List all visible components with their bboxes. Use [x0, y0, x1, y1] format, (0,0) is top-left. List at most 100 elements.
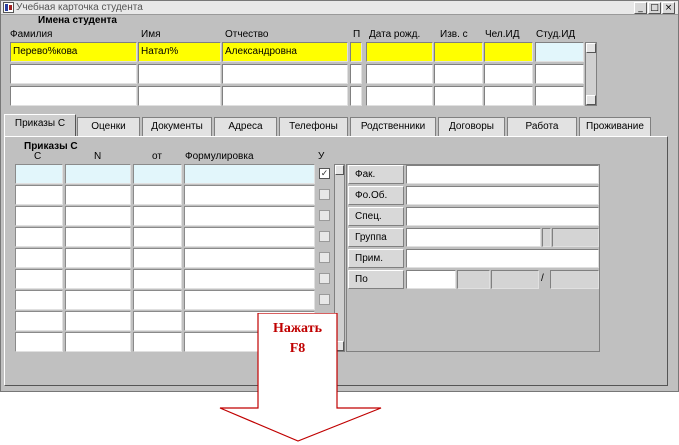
- patronymic-field[interactable]: [222, 86, 348, 106]
- window-title: Учебная карточка студента: [16, 2, 143, 13]
- order-u-checkbox[interactable]: [319, 231, 330, 242]
- order-date-cell[interactable]: [133, 185, 182, 205]
- order-wording-cell[interactable]: [184, 290, 315, 310]
- until-gray-field-1: [457, 270, 490, 289]
- order-date-cell[interactable]: [133, 269, 182, 289]
- known-since-field[interactable]: [434, 42, 483, 62]
- surname-field[interactable]: [10, 86, 137, 106]
- order-n-cell[interactable]: [65, 248, 131, 268]
- order-date-cell[interactable]: [133, 311, 182, 331]
- order-n-cell[interactable]: [65, 206, 131, 226]
- known-since-field[interactable]: [434, 64, 483, 84]
- col-header-patronymic: Отчество: [225, 29, 269, 40]
- order-u-checkbox[interactable]: [319, 210, 330, 221]
- order-u-checkbox[interactable]: [319, 252, 330, 263]
- order-wording-cell[interactable]: [184, 185, 315, 205]
- order-wording-cell[interactable]: [184, 206, 315, 226]
- birth-date-field[interactable]: [366, 86, 433, 106]
- student-id-field[interactable]: [535, 86, 584, 106]
- student-id-field[interactable]: [535, 42, 584, 62]
- close-button[interactable]: ×: [662, 2, 675, 14]
- birth-date-field[interactable]: [366, 42, 433, 62]
- scroll-up-button[interactable]: [335, 165, 344, 175]
- order-c-cell[interactable]: [15, 269, 63, 289]
- surname-field[interactable]: [10, 64, 137, 84]
- order-n-cell[interactable]: [65, 164, 131, 184]
- order-n-cell[interactable]: [65, 311, 131, 331]
- col-header-surname: Фамилия: [10, 29, 53, 40]
- name-field[interactable]: [138, 86, 221, 106]
- tab-work[interactable]: Работа: [507, 117, 577, 136]
- order-c-cell[interactable]: [15, 290, 63, 310]
- faculty-field[interactable]: [406, 165, 599, 184]
- until-label: По: [348, 270, 404, 289]
- order-c-cell[interactable]: [15, 311, 63, 331]
- order-u-checkbox[interactable]: [319, 273, 330, 284]
- order-date-cell[interactable]: [133, 206, 182, 226]
- order-c-cell[interactable]: [15, 164, 63, 184]
- p-field[interactable]: [350, 86, 362, 106]
- order-c-cell[interactable]: [15, 332, 63, 352]
- order-c-cell[interactable]: [15, 248, 63, 268]
- group-field[interactable]: [406, 228, 541, 247]
- order-c-cell[interactable]: [15, 185, 63, 205]
- surname-field[interactable]: Перево%кова: [10, 42, 137, 62]
- names-scrollbar[interactable]: [585, 42, 597, 106]
- col-header-student-id: Студ.ИД: [536, 29, 576, 40]
- tab-documents[interactable]: Документы: [142, 117, 212, 136]
- callout-line-1: Нажать: [273, 321, 322, 336]
- until-gray-field-3: [550, 270, 599, 289]
- specialty-field[interactable]: [406, 207, 599, 226]
- order-u-checkbox[interactable]: [319, 294, 330, 305]
- app-icon: [3, 2, 14, 13]
- tab-relatives[interactable]: Родственники: [350, 117, 436, 136]
- name-field[interactable]: Натал%: [138, 42, 221, 62]
- tab-addresses[interactable]: Адреса: [214, 117, 277, 136]
- tab-orders-c[interactable]: Приказы С: [4, 114, 76, 137]
- known-since-field[interactable]: [434, 86, 483, 106]
- maximize-button[interactable]: □: [648, 2, 661, 14]
- person-id-field[interactable]: [484, 42, 533, 62]
- person-id-field[interactable]: [484, 86, 533, 106]
- student-id-field[interactable]: [535, 64, 584, 84]
- order-date-cell[interactable]: [133, 227, 182, 247]
- order-u-checkbox[interactable]: ✓: [319, 168, 330, 179]
- order-n-cell[interactable]: [65, 269, 131, 289]
- patronymic-field[interactable]: [222, 64, 348, 84]
- order-c-cell[interactable]: [15, 227, 63, 247]
- p-field[interactable]: [350, 42, 362, 62]
- order-date-cell[interactable]: [133, 164, 182, 184]
- group-lov-button[interactable]: [542, 228, 551, 247]
- order-n-cell[interactable]: [65, 227, 131, 247]
- order-wording-cell[interactable]: [184, 227, 315, 247]
- order-n-cell[interactable]: [65, 332, 131, 352]
- birth-date-field[interactable]: [366, 64, 433, 84]
- order-wording-cell[interactable]: [184, 164, 315, 184]
- order-date-cell[interactable]: [133, 332, 182, 352]
- person-id-field[interactable]: [484, 64, 533, 84]
- callout-text: Нажать F8: [258, 319, 337, 359]
- scroll-up-button[interactable]: [586, 43, 596, 53]
- note-field[interactable]: [406, 249, 599, 268]
- order-u-checkbox[interactable]: [319, 189, 330, 200]
- orders-col-from: от: [152, 151, 162, 162]
- until-field[interactable]: [406, 270, 456, 289]
- order-wording-cell[interactable]: [184, 248, 315, 268]
- patronymic-field[interactable]: Александровна: [222, 42, 348, 62]
- order-wording-cell[interactable]: [184, 269, 315, 289]
- order-n-cell[interactable]: [65, 185, 131, 205]
- order-date-cell[interactable]: [133, 248, 182, 268]
- order-n-cell[interactable]: [65, 290, 131, 310]
- tab-grades[interactable]: Оценки: [77, 117, 140, 136]
- order-c-cell[interactable]: [15, 206, 63, 226]
- tab-contracts[interactable]: Договоры: [438, 117, 505, 136]
- order-date-cell[interactable]: [133, 290, 182, 310]
- minimize-button[interactable]: _: [634, 2, 647, 14]
- orders-title: Приказы С: [24, 141, 78, 152]
- p-field[interactable]: [350, 64, 362, 84]
- study-form-field[interactable]: [406, 186, 599, 205]
- name-field[interactable]: [138, 64, 221, 84]
- tab-housing[interactable]: Проживание: [579, 117, 651, 136]
- scroll-down-button[interactable]: [586, 95, 596, 105]
- tab-phones[interactable]: Телефоны: [279, 117, 348, 136]
